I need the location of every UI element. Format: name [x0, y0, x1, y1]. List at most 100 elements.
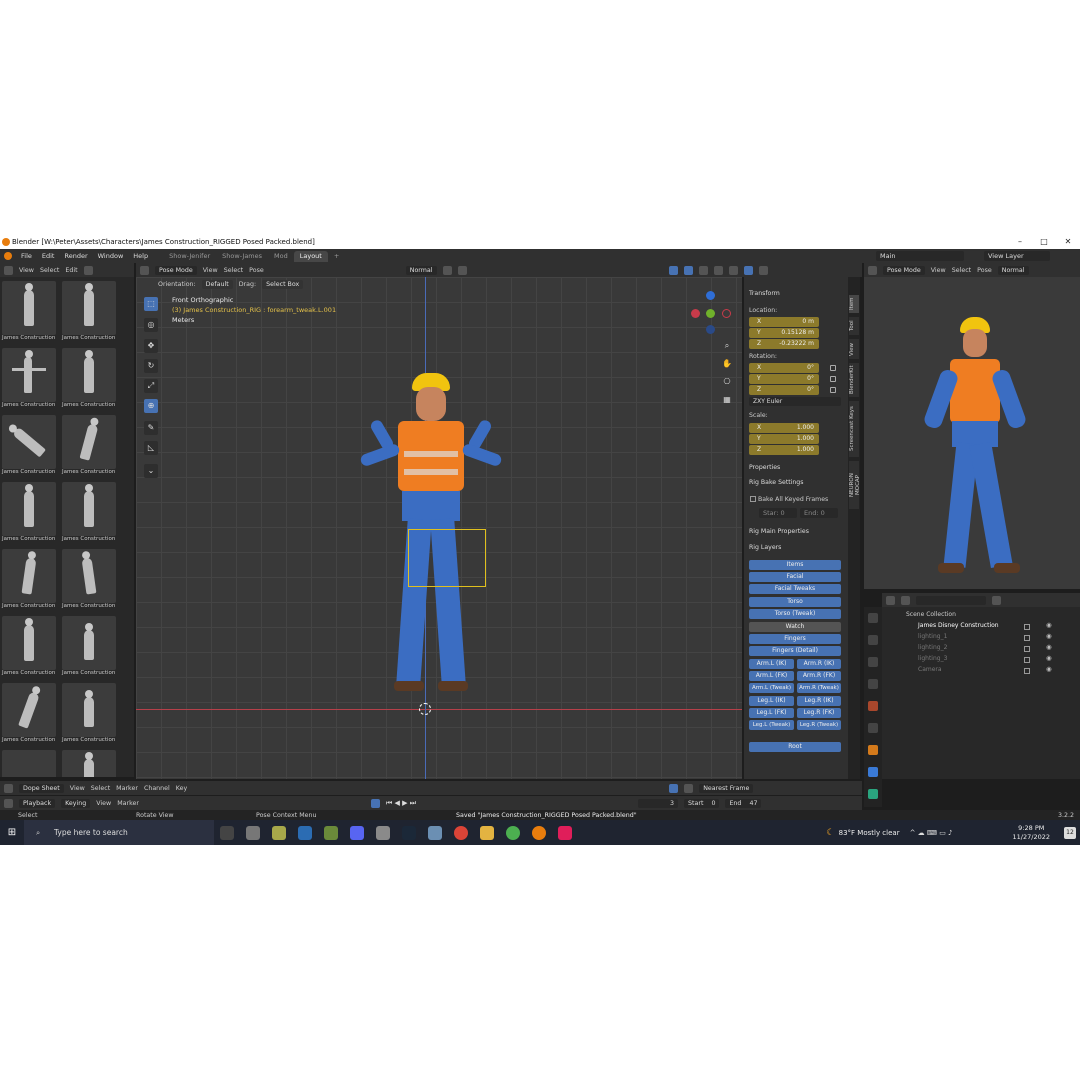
- pan-hand-icon[interactable]: ✋: [720, 357, 734, 371]
- timeline-view-menu[interactable]: View: [96, 800, 111, 807]
- app-icon[interactable]: [506, 825, 520, 840]
- timeline-marker-menu[interactable]: Marker: [117, 800, 139, 807]
- filter-icon[interactable]: [684, 783, 694, 793]
- pose-menu[interactable]: Pose: [249, 267, 264, 274]
- rig-main-section[interactable]: Rig Main Properties: [749, 528, 809, 535]
- display-mode-icon[interactable]: [901, 595, 910, 605]
- app-icon[interactable]: [298, 825, 312, 840]
- rotation-z-field[interactable]: Z 0°: [749, 385, 819, 395]
- layer-torso-button[interactable]: Torso: [749, 597, 841, 607]
- minimize-button[interactable]: –: [1008, 235, 1032, 249]
- asset-item[interactable]: James Construction: [0, 281, 56, 345]
- visibility-eye-icon[interactable]: ◉: [1046, 621, 1052, 629]
- cursor-tool-icon[interactable]: ◎: [144, 318, 158, 332]
- file-explorer-icon[interactable]: [480, 825, 494, 840]
- current-frame-field[interactable]: 3: [638, 798, 679, 808]
- tab-mod[interactable]: Mod: [268, 251, 294, 262]
- notification-badge[interactable]: 12: [1064, 826, 1076, 839]
- world-properties-icon[interactable]: [868, 701, 878, 711]
- move-tool-icon[interactable]: ✥: [144, 339, 158, 353]
- editor-type-icon[interactable]: [868, 265, 877, 275]
- lock-icon[interactable]: [830, 376, 836, 382]
- visibility-eye-icon[interactable]: ◉: [1046, 654, 1052, 662]
- layer-leg-r-ik-button[interactable]: Leg.R (IK): [797, 696, 841, 706]
- dopesheet-channel-menu[interactable]: Channel: [144, 785, 170, 792]
- camera-preview-viewport[interactable]: [864, 277, 1080, 589]
- asset-item[interactable]: James Construction: [60, 415, 116, 479]
- visibility-eye-icon[interactable]: ◉: [1046, 665, 1052, 673]
- auto-keying-icon[interactable]: [370, 798, 380, 808]
- rigged-character[interactable]: [350, 373, 520, 713]
- dopesheet-key-menu[interactable]: Key: [176, 785, 187, 792]
- discord-icon[interactable]: [350, 825, 364, 840]
- layer-arm-r-fk-button[interactable]: Arm.R (FK): [797, 671, 841, 681]
- bake-all-checkbox[interactable]: [750, 496, 756, 502]
- add-workspace-button[interactable]: +: [328, 251, 345, 262]
- navigation-gizmo[interactable]: [691, 291, 731, 334]
- playback-controls-icon[interactable]: ⏮ ◀ ▶ ⏭: [386, 799, 416, 808]
- layer-leg-r-fk-button[interactable]: Leg.R (FK): [797, 708, 841, 718]
- drag-selector[interactable]: Select Box: [262, 279, 304, 289]
- clock[interactable]: 9:28 PM 11/27/2022: [1013, 824, 1050, 842]
- system-tray-icons[interactable]: ^ ☁ ⌨ ▭ ♪: [910, 829, 953, 837]
- solid-shading-icon[interactable]: [728, 265, 738, 275]
- location-y-field[interactable]: Y 0.15128 m: [749, 328, 819, 338]
- scene-selector[interactable]: Main: [876, 251, 964, 261]
- rig-bake-section[interactable]: Rig Bake Settings: [749, 479, 803, 486]
- snap-mode-selector[interactable]: Nearest Frame: [699, 783, 754, 793]
- blender-menu-icon[interactable]: [4, 252, 12, 260]
- include-checkbox[interactable]: [1024, 668, 1030, 674]
- tab-screencast-keys[interactable]: Screencast Keys: [849, 401, 859, 457]
- layer-leg-l-ik-button[interactable]: Leg.L (IK): [749, 696, 794, 706]
- asset-item[interactable]: James Construction: [60, 281, 116, 345]
- proportional-edit-icon[interactable]: [457, 265, 467, 275]
- layer-items-button[interactable]: Items: [749, 560, 841, 570]
- asset-item[interactable]: James Construction: [60, 549, 116, 613]
- outliner-search-input[interactable]: [916, 595, 986, 605]
- select-box-tool-icon[interactable]: ⬚: [144, 297, 158, 311]
- camera-view-icon[interactable]: ⎔: [720, 375, 734, 389]
- editor-type-icon[interactable]: [4, 265, 13, 275]
- asset-item[interactable]: James Construction: [0, 348, 56, 412]
- render-properties-icon[interactable]: [868, 635, 878, 645]
- asset-item[interactable]: James Construction: [0, 415, 56, 479]
- object-properties-icon[interactable]: [868, 745, 878, 755]
- render-mode-selector[interactable]: Pose Mode: [883, 265, 925, 275]
- close-button[interactable]: ✕: [1056, 235, 1080, 249]
- include-checkbox[interactable]: [1024, 646, 1030, 652]
- zoom-icon[interactable]: ⌕: [720, 339, 734, 353]
- transform-tool-icon[interactable]: ⊕: [144, 399, 158, 413]
- tab-blenderkit[interactable]: BlenderKit: [849, 363, 859, 397]
- location-x-field[interactable]: X0 m: [749, 317, 819, 327]
- chrome-icon[interactable]: [454, 825, 468, 840]
- bake-end-field[interactable]: End: 0: [800, 508, 838, 518]
- material-shading-icon[interactable]: [743, 265, 753, 275]
- asset-select-menu[interactable]: Select: [40, 267, 59, 274]
- measure-tool-icon[interactable]: ◺: [144, 441, 158, 455]
- visibility-eye-icon[interactable]: ◉: [1046, 643, 1052, 651]
- tab-tool[interactable]: Tool: [849, 317, 859, 335]
- filter-icon[interactable]: [992, 595, 1001, 605]
- asset-item[interactable]: James Construction: [60, 482, 116, 546]
- app-icon[interactable]: [324, 825, 338, 840]
- annotate-tool-icon[interactable]: ✎: [144, 421, 158, 435]
- scene-properties-icon[interactable]: [868, 679, 878, 689]
- ortho-grid-icon[interactable]: ▦: [720, 393, 734, 407]
- tab-neuron-mocap[interactable]: NEURON MOCAP: [849, 461, 861, 509]
- layer-arm-r-ik-button[interactable]: Arm.R (IK): [797, 659, 841, 669]
- menu-help[interactable]: Help: [128, 252, 153, 260]
- layer-arm-l-ik-button[interactable]: Arm.L (IK): [749, 659, 794, 669]
- layer-torso-tweak-button[interactable]: Torso (Tweak): [749, 609, 841, 619]
- end-frame-field[interactable]: End 47: [725, 798, 762, 808]
- location-z-field[interactable]: Z -0.23222 m: [749, 339, 819, 349]
- include-checkbox[interactable]: [1024, 635, 1030, 641]
- maximize-button[interactable]: □: [1032, 235, 1056, 249]
- menu-file[interactable]: File: [16, 252, 37, 260]
- taskbar-search[interactable]: ⌕ Type here to search: [24, 820, 214, 845]
- asset-edit-menu[interactable]: Edit: [65, 267, 77, 274]
- outliner-scene-collection[interactable]: Scene Collection: [882, 609, 1080, 620]
- layer-watch-button[interactable]: Watch: [749, 622, 841, 632]
- snap-toggle-icon[interactable]: [669, 783, 679, 793]
- asset-item[interactable]: James Construction: [60, 683, 116, 747]
- asset-view-menu[interactable]: View: [19, 267, 34, 274]
